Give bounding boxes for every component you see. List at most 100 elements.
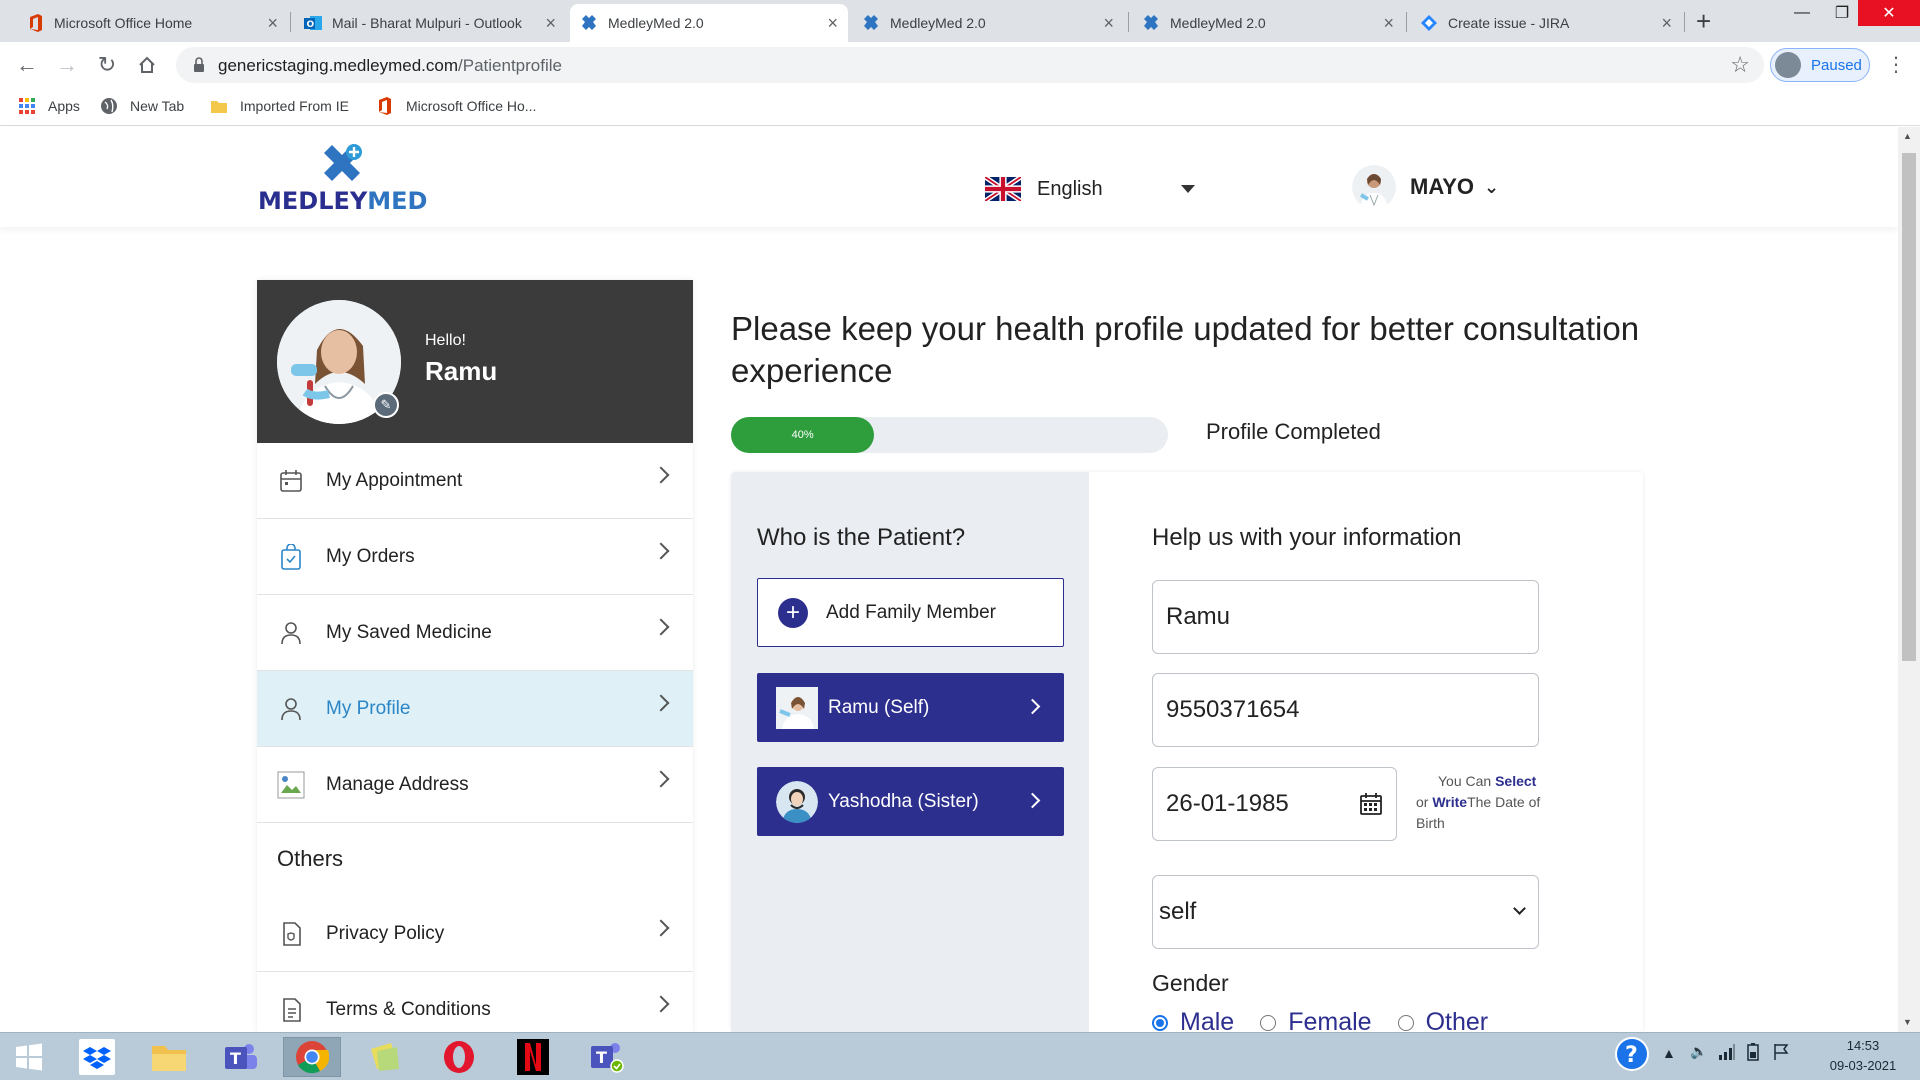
svg-text:O: O [307,20,315,30]
member-card-sister[interactable]: Yashodha (Sister) [757,767,1064,836]
radio-button[interactable] [1397,1014,1414,1031]
browser-tab[interactable]: MedleyMed 2.0 × [1132,4,1404,42]
person-icon [277,619,305,647]
dropbox-icon[interactable] [68,1037,126,1077]
close-tab-icon[interactable]: × [1103,13,1114,34]
dob-field[interactable]: 26-01-1985 [1152,767,1397,841]
chevron-right-icon [652,694,670,712]
close-window-icon[interactable]: ✕ [1858,0,1920,26]
profile-paused-button[interactable]: Paused [1770,48,1870,82]
outlook-icon: O [304,14,322,32]
dob-hint: You Can Select or WriteThe Date of Birth [1416,773,1541,831]
browser-tab[interactable]: Create issue - JIRA × [1410,4,1682,42]
chrome-icon[interactable] [283,1037,341,1077]
medleymed-logo[interactable]: MEDLEYMED [258,143,428,215]
person-icon [277,695,305,723]
sidebar-item-my-saved-medicine[interactable]: My Saved Medicine [257,595,693,671]
netflix-icon[interactable] [504,1037,562,1077]
sidebar-header: ✎ Hello! Ramu [257,280,693,443]
radio-button[interactable] [1152,1014,1168,1031]
medleymed-logo-mark [324,144,362,181]
chevron-right-icon [652,466,670,484]
medleymed-icon [862,14,880,32]
add-family-member-button[interactable]: + Add Family Member [757,578,1064,647]
clock-date: 09-03-2021 [1829,1058,1897,1073]
user-menu[interactable]: MAYO ⌄ [1352,165,1499,209]
menu-kebab-icon[interactable]: ⋮ [1886,52,1906,77]
bookmark-apps[interactable]: Apps [18,97,80,115]
bookmark-new-tab[interactable]: New Tab [100,97,184,115]
sidebar-item-my-orders[interactable]: My Orders [257,519,693,595]
relation-select[interactable]: self [1152,875,1539,949]
browser-tab[interactable]: MedleyMed 2.0 × [852,4,1124,42]
bookmark-star-icon[interactable]: ☆ [1730,52,1750,78]
sidebar-item-my-profile[interactable]: My Profile [257,671,693,747]
office-icon [376,97,394,115]
tray-expand-icon[interactable]: ▲ [1662,1045,1676,1061]
chevron-right-icon [652,618,670,636]
windows-start-icon[interactable] [0,1037,58,1077]
member-avatar [776,780,818,823]
close-tab-icon[interactable]: × [1661,13,1672,34]
forward-icon[interactable]: → [52,50,82,80]
home-icon[interactable] [132,50,162,80]
system-clock[interactable]: 14:53 09-03-2021 [1818,1036,1908,1076]
svg-text:T: T [596,1048,607,1067]
sticky-notes-icon[interactable] [356,1037,414,1077]
browser-tab[interactable]: O Mail - Bharat Mulpuri - Outlook × [294,4,566,42]
close-tab-icon[interactable]: × [827,13,838,34]
language-selector[interactable]: English [985,177,1195,201]
close-tab-icon[interactable]: × [267,13,278,34]
network-icon[interactable] [1718,1043,1736,1064]
plus-circle-icon: + [778,597,808,628]
name-field[interactable]: Ramu [1152,580,1539,654]
address-bar[interactable]: genericstaging.medleymed.com/Patientprof… [176,47,1764,83]
windows-taskbar: T T ? ▲ 🔈 14:53 09-03-2021 [0,1032,1920,1080]
globe-icon [100,97,118,115]
broken-image-icon [277,771,305,799]
progress-fill: 40% [731,417,875,453]
calendar-icon[interactable] [1360,793,1382,815]
browser-tab-active[interactable]: MedleyMed 2.0 × [570,4,848,42]
sidebar-item-manage-address[interactable]: Manage Address [257,747,693,823]
browser-tab[interactable]: Microsoft Office Home × [16,4,288,42]
medleymed-icon [580,14,598,32]
bookmark-imported-from-ie[interactable]: Imported From IE [210,97,349,115]
teams-notification-icon[interactable]: T [578,1037,636,1077]
reload-icon[interactable]: ↻ [92,50,122,80]
sidebar-item-privacy-policy[interactable]: Privacy Policy [257,896,693,972]
action-center-flag-icon[interactable] [1772,1043,1790,1064]
scrollbar-thumb[interactable] [1902,153,1916,661]
gender-label: Gender [1152,970,1229,996]
close-tab-icon[interactable]: × [545,13,556,34]
url-text: genericstaging.medleymed.com/Patientprof… [218,56,562,75]
radio-button[interactable] [1260,1014,1277,1031]
teams-icon[interactable]: T [212,1037,270,1077]
svg-text:T: T [230,1049,241,1068]
chevron-down-icon: ⌄ [1483,176,1500,197]
scroll-up-icon[interactable]: ▲ [1903,131,1912,141]
edit-avatar-icon[interactable]: ✎ [373,392,399,418]
scroll-down-icon[interactable]: ▼ [1903,1017,1912,1027]
back-icon[interactable]: ← [12,50,42,80]
opera-icon[interactable] [430,1037,488,1077]
patient-heading: Who is the Patient? [757,524,966,551]
phone-field[interactable]: 9550371654 [1152,673,1539,747]
bookmark-office[interactable]: Microsoft Office Ho... [376,97,536,115]
office-icon [26,14,44,32]
close-tab-icon[interactable]: × [1383,13,1394,34]
svg-text:?: ? [1625,1043,1638,1068]
lock-icon[interactable] [190,56,208,74]
file-explorer-icon[interactable] [140,1037,198,1077]
member-card-self[interactable]: Ramu (Self) [757,673,1064,742]
chevron-right-icon [652,542,670,560]
new-tab-icon[interactable]: + [1696,6,1711,37]
help-icon[interactable]: ? [1614,1036,1650,1075]
profile-name: Ramu [425,356,498,386]
battery-icon[interactable] [1744,1043,1762,1064]
volume-icon[interactable]: 🔈 [1690,1043,1707,1060]
sidebar-item-terms-conditions[interactable]: Terms & Conditions [257,972,693,1032]
patient-selection-panel [731,472,1089,1032]
page-scrollbar[interactable]: ▲ ▼ [1898,127,1920,1032]
sidebar-item-my-appointment[interactable]: My Appointment [257,443,693,519]
